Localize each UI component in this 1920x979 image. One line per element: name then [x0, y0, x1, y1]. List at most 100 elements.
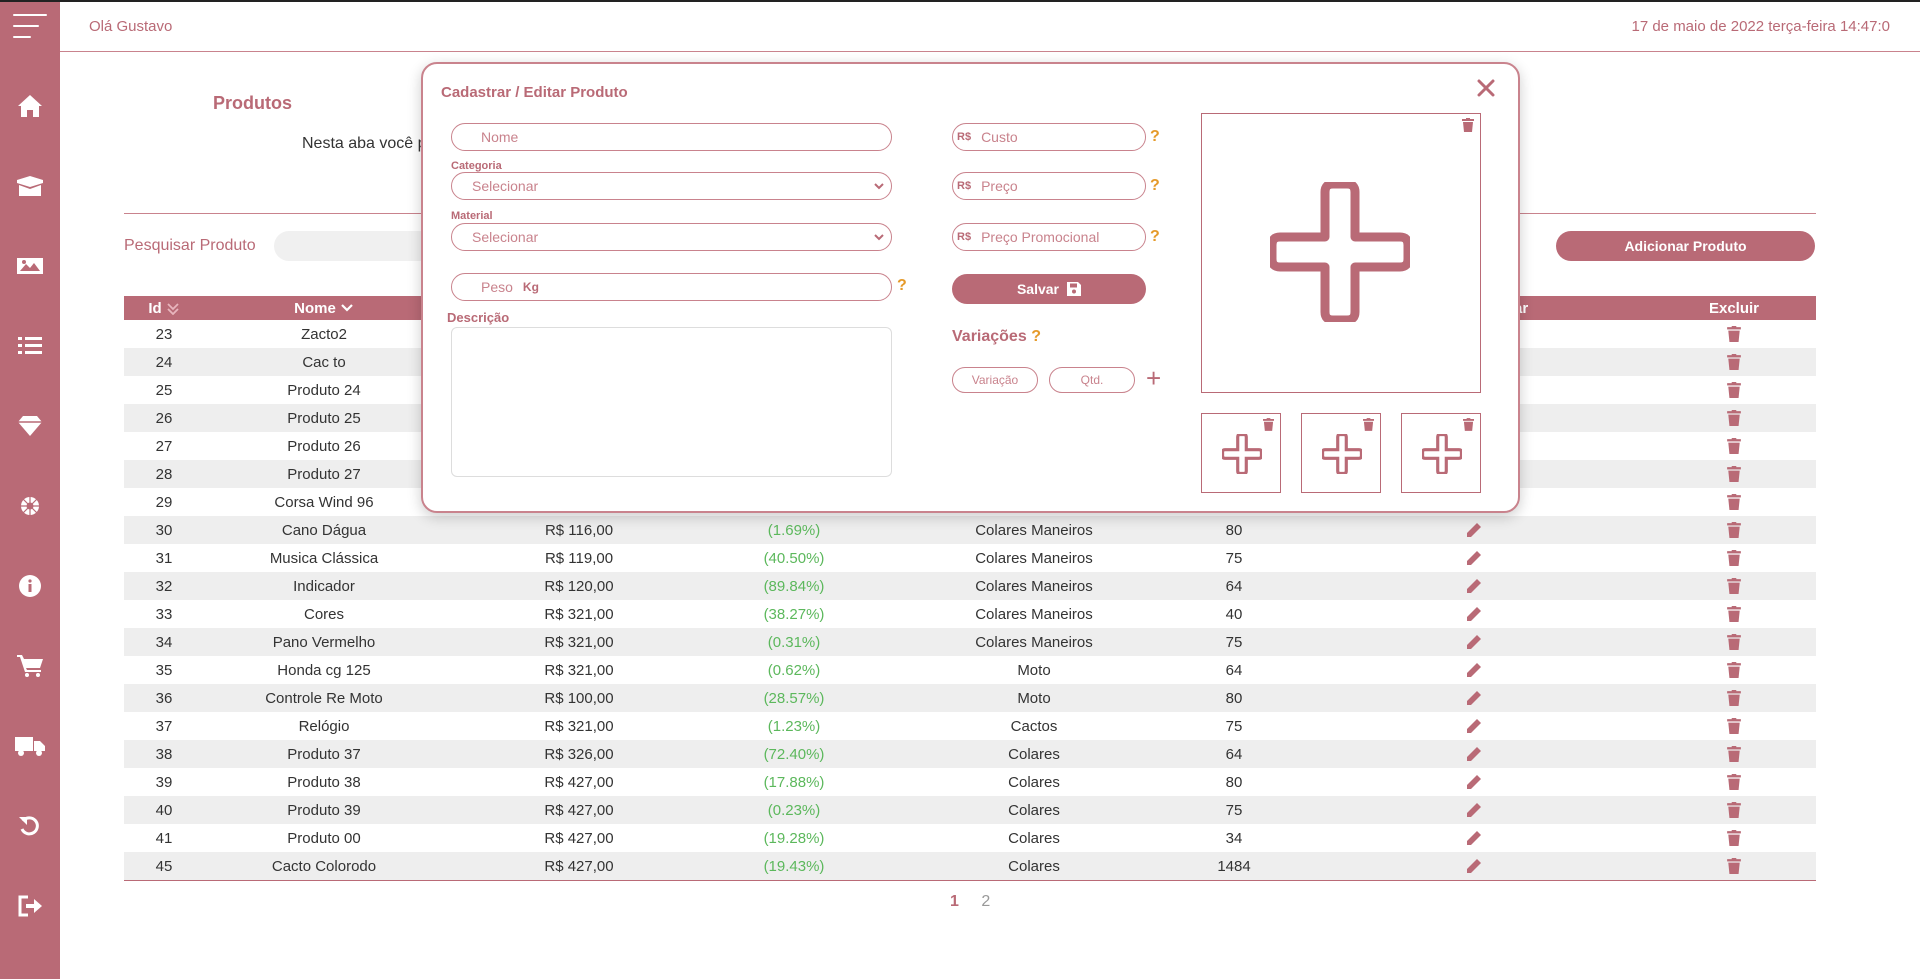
trash-icon[interactable] [1704, 712, 1764, 740]
variation-input[interactable]: Variação [952, 367, 1038, 393]
menu-icon[interactable] [0, 6, 60, 46]
variation-qty-input[interactable]: Qtd. [1049, 367, 1135, 393]
trash-icon[interactable] [1704, 684, 1764, 712]
home-icon[interactable] [0, 86, 60, 126]
currency-label: R$ [957, 231, 972, 243]
pencil-icon[interactable] [1444, 852, 1504, 880]
cell-price: R$ 119,00 [544, 549, 614, 567]
pencil-icon[interactable] [1444, 600, 1504, 628]
pencil-icon[interactable] [1444, 572, 1504, 600]
variations-help-icon[interactable]: ? [1031, 328, 1041, 345]
page-1-link[interactable]: 1 [950, 893, 959, 910]
chevron-down-icon [874, 183, 884, 190]
add-variation-icon[interactable]: + [1146, 363, 1161, 393]
cell-category: Colares [1008, 829, 1060, 847]
cost-input[interactable]: R$ Custo [952, 123, 1146, 151]
pencil-icon[interactable] [1444, 824, 1504, 852]
main-image-slot[interactable] [1201, 113, 1481, 393]
cell-name: Produto 37 [287, 745, 361, 763]
trash-icon[interactable] [1704, 656, 1764, 684]
trash-icon[interactable] [1704, 824, 1764, 852]
trash-icon[interactable] [1704, 488, 1764, 516]
table-row: 31 Musica Clássica R$ 119,00 (40.50%) Colare… [124, 544, 1816, 572]
settings-icon[interactable] [0, 486, 60, 526]
material-select[interactable]: Selecionar [451, 223, 892, 251]
cell-pct: (40.50%) [763, 549, 825, 567]
trash-icon[interactable] [1704, 432, 1764, 460]
pencil-icon[interactable] [1444, 516, 1504, 544]
cell-id: 32 [155, 577, 173, 595]
cell-category: Colares [1008, 773, 1060, 791]
cell-price: R$ 321,00 [544, 717, 614, 735]
trash-icon[interactable] [1363, 418, 1374, 431]
col-edit: ar [1514, 296, 1574, 320]
diamond-icon[interactable] [0, 406, 60, 446]
search-input[interactable] [274, 231, 434, 261]
name-input[interactable]: Nome [451, 123, 892, 151]
promo-price-input[interactable]: R$ Preço Promocional [952, 223, 1146, 251]
price-input[interactable]: R$ Preço [952, 172, 1146, 200]
trash-icon[interactable] [1704, 572, 1764, 600]
page-2-link[interactable]: 2 [981, 893, 990, 910]
promo-help-icon[interactable]: ? [1150, 228, 1160, 246]
logout-icon[interactable] [0, 886, 60, 926]
weight-help-icon[interactable]: ? [897, 277, 907, 295]
add-product-button[interactable]: Adicionar Produto [1556, 231, 1815, 261]
trash-icon[interactable] [1704, 628, 1764, 656]
cell-category: Colares Maneiros [975, 577, 1093, 595]
cell-price: R$ 427,00 [544, 829, 614, 847]
pencil-icon[interactable] [1444, 684, 1504, 712]
trash-icon[interactable] [1704, 516, 1764, 544]
pencil-icon[interactable] [1444, 796, 1504, 824]
image-icon[interactable] [0, 246, 60, 286]
trash-icon[interactable] [1704, 320, 1764, 348]
weight-input[interactable]: Peso Kg [451, 273, 892, 301]
trash-icon[interactable] [1704, 404, 1764, 432]
image-slot-1[interactable] [1201, 413, 1281, 493]
truck-icon[interactable] [0, 726, 60, 766]
box-icon[interactable] [0, 166, 60, 206]
image-slot-3[interactable] [1401, 413, 1481, 493]
cell-name: Produto 39 [287, 801, 361, 819]
cell-name: Cac to [302, 353, 346, 371]
pencil-icon[interactable] [1444, 656, 1504, 684]
cell-qty: 64 [1225, 577, 1243, 595]
undo-icon[interactable] [0, 806, 60, 846]
trash-icon[interactable] [1704, 544, 1764, 572]
pencil-icon[interactable] [1444, 712, 1504, 740]
cell-category: Colares [1008, 857, 1060, 875]
pencil-icon[interactable] [1444, 628, 1504, 656]
trash-icon[interactable] [1704, 460, 1764, 488]
col-name[interactable]: Nome [244, 296, 404, 320]
category-select[interactable]: Selecionar [451, 172, 892, 200]
trash-icon[interactable] [1263, 418, 1274, 431]
trash-icon[interactable] [1704, 600, 1764, 628]
cell-id: 33 [155, 605, 173, 623]
col-id[interactable]: Id [124, 296, 204, 320]
cell-name: Cores [303, 605, 344, 623]
pencil-icon[interactable] [1444, 740, 1504, 768]
trash-icon[interactable] [1704, 796, 1764, 824]
pencil-icon[interactable] [1444, 768, 1504, 796]
close-icon[interactable] [1472, 74, 1500, 102]
trash-icon[interactable] [1704, 768, 1764, 796]
trash-icon[interactable] [1463, 418, 1474, 431]
cost-help-icon[interactable]: ? [1150, 128, 1160, 146]
list-icon[interactable] [0, 326, 60, 366]
image-slot-2[interactable] [1301, 413, 1381, 493]
cart-icon[interactable] [0, 646, 60, 686]
cell-category: Colares Maneiros [975, 633, 1093, 651]
description-textarea[interactable] [451, 327, 892, 477]
trash-icon[interactable] [1704, 740, 1764, 768]
trash-icon[interactable] [1704, 376, 1764, 404]
cell-id: 23 [155, 325, 173, 343]
cell-id: 45 [155, 857, 173, 875]
trash-icon[interactable] [1462, 118, 1474, 132]
pencil-icon[interactable] [1444, 544, 1504, 572]
trash-icon[interactable] [1704, 852, 1764, 880]
price-help-icon[interactable]: ? [1150, 177, 1160, 195]
info-icon[interactable] [0, 566, 60, 606]
trash-icon[interactable] [1704, 348, 1764, 376]
variations-label: Variações [952, 328, 1027, 345]
save-button[interactable]: Salvar [952, 274, 1146, 304]
